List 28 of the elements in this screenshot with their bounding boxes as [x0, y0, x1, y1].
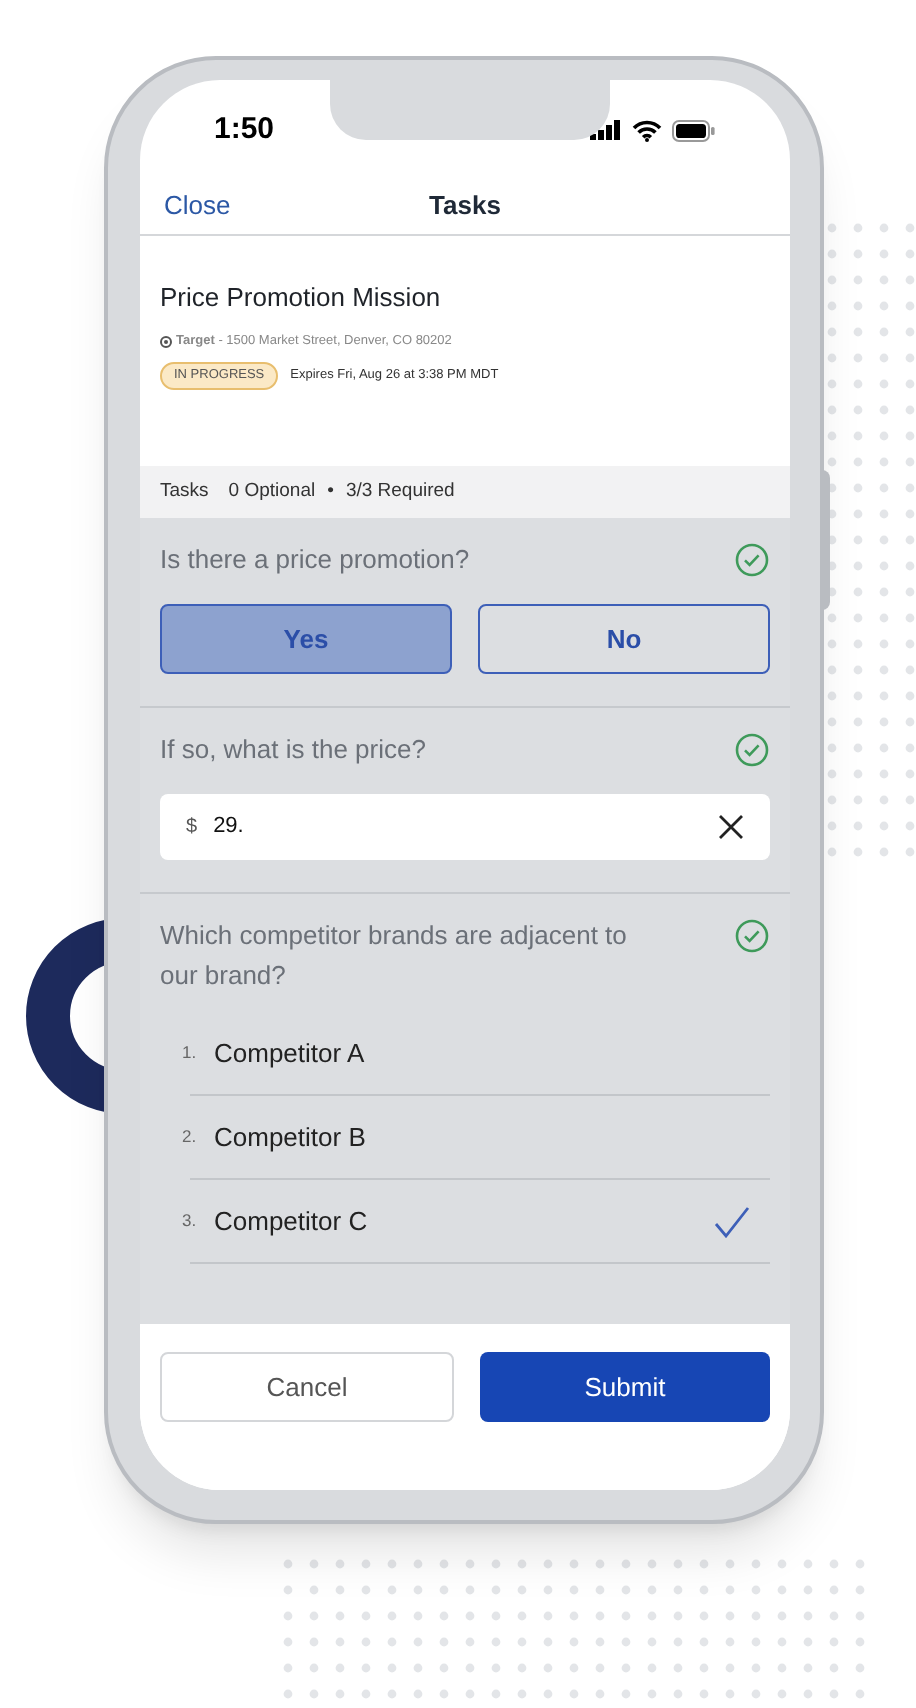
screen-title: Tasks — [429, 187, 501, 224]
item-number: 3. — [182, 1208, 199, 1234]
item-number: 1. — [182, 1040, 199, 1066]
competitor-option[interactable]: Competitor C — [214, 1201, 714, 1241]
price-field[interactable]: $ 29. — [160, 794, 770, 860]
currency-prefix: $ — [186, 814, 198, 842]
separator-dot: • — [327, 477, 334, 506]
battery-icon — [672, 119, 716, 141]
wifi-icon — [632, 119, 662, 141]
price-input[interactable]: 29. — [213, 810, 718, 844]
required-count: 3/3 Required — [345, 477, 455, 506]
competitor-option[interactable]: Competitor B — [214, 1117, 770, 1157]
status-time: 1:50 — [214, 109, 275, 150]
item-number: 2. — [182, 1124, 199, 1150]
optional-count: 0 Optional — [228, 477, 316, 506]
competitor-option[interactable]: Competitor A — [214, 1033, 770, 1073]
location-icon — [160, 335, 172, 348]
close-link[interactable]: Close — [164, 185, 231, 225]
tasks-label: Tasks — [160, 477, 209, 506]
question-text: Which competitor brands are adjacent to our brand? — [160, 918, 629, 994]
question-text: Is there a price promotion? — [160, 542, 470, 578]
signal-icon — [590, 120, 622, 140]
submit-button[interactable]: Submit — [480, 1352, 770, 1422]
option-button[interactable]: No — [478, 604, 770, 674]
mission-title: Price Promotion Mission — [160, 280, 443, 316]
question-text: If so, what is the price? — [160, 732, 426, 768]
cancel-button[interactable]: Cancel — [160, 1352, 454, 1422]
clear-icon[interactable] — [718, 814, 744, 840]
